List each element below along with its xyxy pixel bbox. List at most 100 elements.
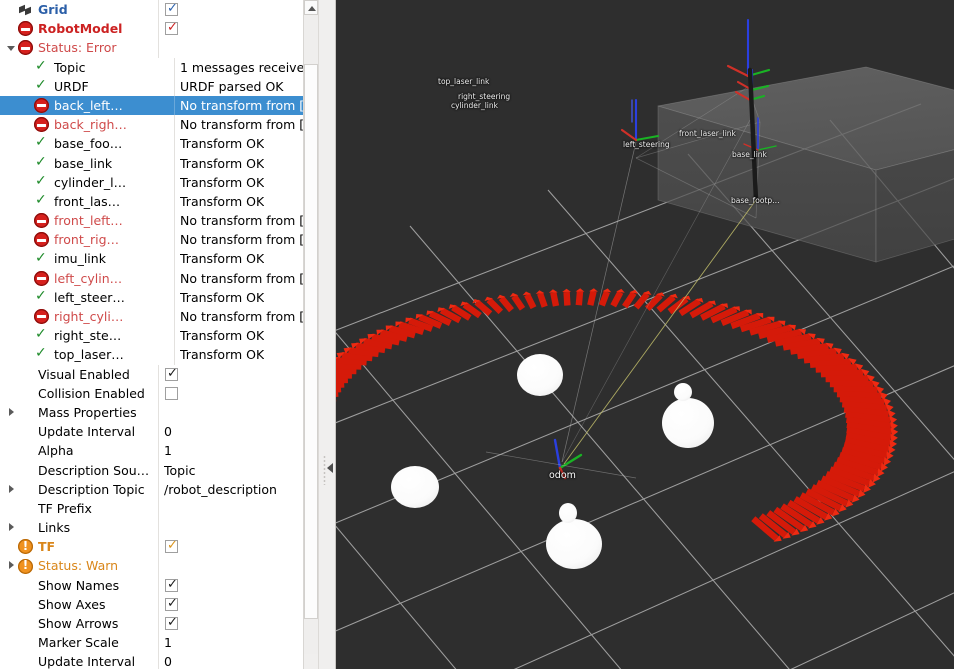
property-value-cell[interactable]: 0 <box>158 422 318 442</box>
scroll-up-arrow-icon[interactable] <box>304 0 318 15</box>
property-name-cell[interactable]: Show Axes <box>0 595 158 614</box>
property-name-cell[interactable]: imu_link <box>0 249 174 268</box>
property-name-cell[interactable]: Update Interval <box>0 422 158 441</box>
property-name-cell[interactable]: TF Prefix <box>0 499 158 518</box>
property-name-cell[interactable]: Links <box>0 518 158 537</box>
property-row[interactable]: Description Topic/robot_description <box>0 479 318 499</box>
property-row[interactable]: left_steer… Transform OK <box>0 287 318 307</box>
property-name-cell[interactable]: Update Interval <box>0 652 158 669</box>
property-row[interactable]: Description Sou… Topic <box>0 460 318 480</box>
scene-canvas[interactable] <box>336 0 954 669</box>
property-value-cell[interactable] <box>158 518 318 538</box>
property-row[interactable]: Topic 1 messages received … <box>0 57 318 77</box>
property-row[interactable]: front_las… Transform OK <box>0 191 318 212</box>
property-name-cell[interactable]: Description Topic <box>0 480 158 499</box>
property-row[interactable]: Show Names <box>0 575 318 595</box>
property-row[interactable]: Alpha 1 <box>0 441 318 461</box>
render-viewport-3d[interactable]: top_laser_link right_steering cylinder_lin… <box>336 0 954 669</box>
property-value-cell[interactable] <box>158 364 318 384</box>
property-value-cell[interactable] <box>158 38 318 58</box>
panel-vertical-scrollbar[interactable] <box>303 0 318 669</box>
property-checkbox[interactable] <box>165 365 179 383</box>
property-value-cell[interactable]: No transform from [b… <box>174 115 318 135</box>
property-row[interactable]: Status: Error <box>0 38 318 58</box>
property-name-cell[interactable]: Show Names <box>0 576 158 595</box>
property-row[interactable]: Collision Enabled <box>0 383 318 403</box>
property-row[interactable]: Show Axes <box>0 594 318 614</box>
property-name-cell[interactable]: back_left… <box>0 96 174 115</box>
property-value-cell[interactable]: No transform from [ri… <box>174 307 318 327</box>
property-checkbox[interactable] <box>165 614 179 632</box>
property-name-cell[interactable]: right_cyli… <box>0 307 174 326</box>
chevron-right-icon[interactable] <box>6 518 17 537</box>
property-row[interactable]: RobotModel <box>0 19 318 39</box>
property-row[interactable]: left_cylin… No transform from [le… <box>0 268 318 288</box>
property-row[interactable]: back_left… No transform from [b… <box>0 95 318 116</box>
property-value-cell[interactable]: Transform OK <box>174 249 318 269</box>
property-row[interactable]: Update Interval 0 <box>0 422 318 442</box>
property-row[interactable]: Grid <box>0 0 318 20</box>
property-value-cell[interactable]: /robot_description <box>158 479 318 499</box>
property-value-cell[interactable]: No transform from [b… <box>174 95 318 116</box>
scrollbar-thumb[interactable] <box>304 64 318 619</box>
property-value-cell[interactable] <box>158 556 318 576</box>
property-value-cell[interactable] <box>158 498 318 519</box>
property-value-cell[interactable] <box>158 594 318 614</box>
property-name-cell[interactable]: Show Arrows <box>0 614 158 633</box>
property-name-cell[interactable]: front_rig… <box>0 230 174 249</box>
property-row[interactable]: front_left… No transform from [fr… <box>0 211 318 231</box>
property-value-cell[interactable]: URDF parsed OK <box>174 76 318 96</box>
property-value-cell[interactable]: 0 <box>158 652 318 669</box>
property-name-cell[interactable]: Description Sou… <box>0 461 158 480</box>
property-row[interactable]: TF <box>0 537 318 557</box>
collapse-panel-arrow-icon[interactable] <box>327 463 333 473</box>
property-row[interactable]: Visual Enabled <box>0 364 318 384</box>
property-row[interactable]: cylinder_l… Transform OK <box>0 172 318 192</box>
property-name-cell[interactable]: right_ste… <box>0 326 174 345</box>
property-name-cell[interactable]: Alpha <box>0 441 158 460</box>
property-name-cell[interactable]: base_foo… <box>0 134 174 153</box>
property-checkbox[interactable] <box>165 0 179 18</box>
chevron-right-icon[interactable] <box>6 480 17 499</box>
panel-splitter[interactable] <box>318 0 336 669</box>
property-checkbox[interactable] <box>165 537 179 555</box>
property-value-cell[interactable]: Transform OK <box>174 134 318 154</box>
display-property-tree[interactable]: Grid RobotModel Status: Error Topic 1 messag… <box>0 0 318 669</box>
property-value-cell[interactable] <box>158 0 318 20</box>
property-row[interactable]: front_rig… No transform from [fr… <box>0 230 318 250</box>
property-row[interactable]: Links <box>0 518 318 538</box>
property-value-cell[interactable]: 1 <box>158 633 318 653</box>
chevron-down-icon[interactable] <box>6 38 17 57</box>
property-value-cell[interactable]: Topic <box>158 460 318 480</box>
property-row[interactable]: back_righ… No transform from [b… <box>0 115 318 135</box>
property-value-cell[interactable]: Transform OK <box>174 153 318 173</box>
property-row[interactable]: imu_link Transform OK <box>0 249 318 269</box>
property-value-cell[interactable] <box>158 383 318 403</box>
property-value-cell[interactable]: No transform from [le… <box>174 268 318 288</box>
property-name-cell[interactable]: URDF <box>0 77 174 96</box>
property-name-cell[interactable]: RobotModel <box>0 19 158 38</box>
property-value-cell[interactable]: Transform OK <box>174 345 318 365</box>
property-name-cell[interactable]: front_left… <box>0 211 174 230</box>
property-value-cell[interactable]: Transform OK <box>174 287 318 307</box>
property-name-cell[interactable]: Status: Error <box>0 38 158 57</box>
property-name-cell[interactable]: cylinder_l… <box>0 173 174 192</box>
property-name-cell[interactable]: Marker Scale <box>0 633 158 652</box>
property-name-cell[interactable]: top_laser… <box>0 345 174 364</box>
property-checkbox[interactable] <box>165 19 179 37</box>
property-checkbox[interactable] <box>165 576 179 594</box>
property-value-cell[interactable]: 1 <box>158 441 318 461</box>
property-value-cell[interactable]: No transform from [fr… <box>174 211 318 231</box>
property-row[interactable]: base_link Transform OK <box>0 153 318 173</box>
property-value-cell[interactable] <box>158 537 318 557</box>
chevron-right-icon[interactable] <box>6 556 17 575</box>
property-value-cell[interactable]: 1 messages received … <box>174 57 318 77</box>
property-value-cell[interactable]: Transform OK <box>174 326 318 346</box>
property-row[interactable]: TF Prefix <box>0 498 318 519</box>
property-name-cell[interactable]: Status: Warn <box>0 556 158 575</box>
property-name-cell[interactable]: base_link <box>0 154 174 173</box>
property-row[interactable]: Marker Scale 1 <box>0 633 318 653</box>
property-row[interactable]: Show Arrows <box>0 614 318 634</box>
property-row[interactable]: right_cyli… No transform from [ri… <box>0 307 318 327</box>
property-row[interactable]: base_foo… Transform OK <box>0 134 318 154</box>
